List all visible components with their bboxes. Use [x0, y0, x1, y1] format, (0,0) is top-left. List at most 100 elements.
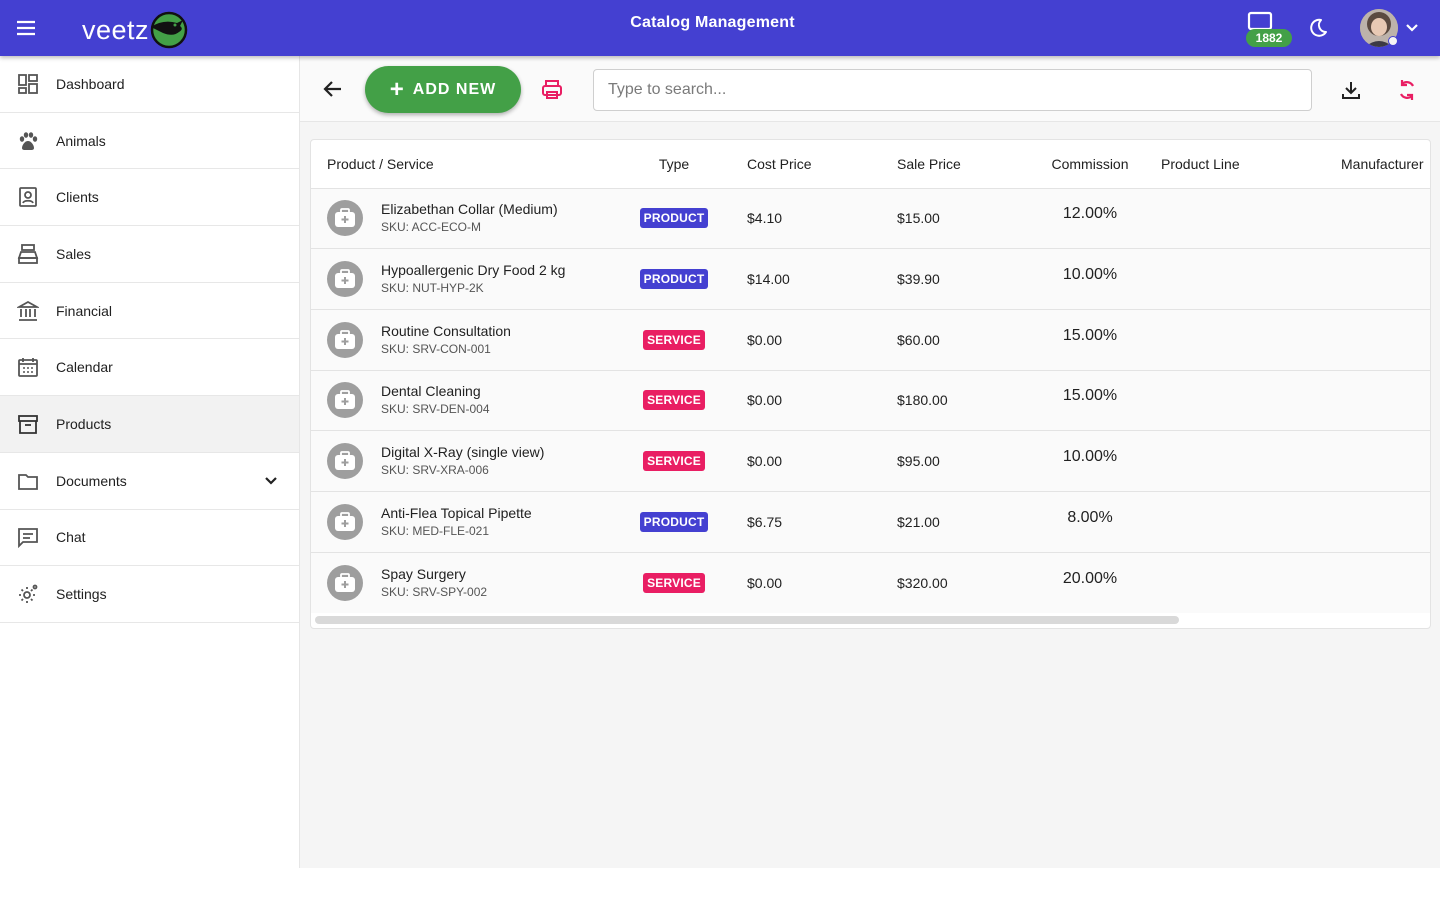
commission-cell: 10.00% [1031, 430, 1149, 492]
type-badge: SERVICE [643, 572, 705, 593]
sale-price-cell: $39.90 [881, 248, 1031, 310]
sidebar-item-label: Clients [56, 189, 99, 206]
chevron-down-icon[interactable] [262, 472, 280, 490]
type-badge: PRODUCT [639, 511, 709, 532]
manufacturer-cell [1329, 309, 1430, 371]
cash-register-icon [17, 243, 39, 265]
column-header-manufacturer[interactable]: Manufacturer [1329, 140, 1430, 189]
print-button[interactable] [540, 78, 564, 102]
cost-price-cell: $0.00 [731, 430, 881, 492]
product-cell: Dental Cleaning SKU: SRV-DEN-004 [311, 370, 617, 432]
sidebar-item-sales[interactable]: Sales [0, 226, 299, 283]
type-badge: SERVICE [643, 329, 705, 350]
table-row[interactable]: Dental Cleaning SKU: SRV-DEN-004 SERVICE… [311, 370, 1430, 432]
sync-button[interactable] [1395, 78, 1419, 102]
column-header-product-line[interactable]: Product Line [1149, 140, 1329, 189]
commission-value: 8.00% [1067, 508, 1113, 526]
type-cell: SERVICE [617, 309, 731, 371]
sidebar-item-label: Dashboard [56, 75, 125, 92]
sidebar-item-products[interactable]: Products [0, 396, 299, 453]
type-badge: PRODUCT [639, 269, 709, 290]
manufacturer-cell [1329, 188, 1430, 250]
chat-icon [17, 526, 39, 549]
type-badge: SERVICE [643, 390, 705, 411]
product-line-cell [1149, 248, 1329, 310]
column-header-cost-price[interactable]: Cost Price [731, 140, 881, 189]
cost-price-cell: $0.00 [731, 309, 881, 371]
sidebar-item-animals[interactable]: Animals [0, 113, 299, 170]
search-input[interactable] [593, 69, 1312, 111]
commission-cell: 12.00% [1031, 188, 1149, 250]
type-cell: PRODUCT [617, 188, 731, 250]
product-line-cell [1149, 309, 1329, 371]
manufacturer-cell [1329, 491, 1430, 553]
column-header-type[interactable]: Type [617, 140, 731, 189]
product-cell: Spay Surgery SKU: SRV-SPY-002 [311, 552, 617, 613]
table-row[interactable]: Digital X-Ray (single view) SKU: SRV-XRA… [311, 430, 1430, 492]
back-button[interactable] [322, 78, 344, 100]
product-cell: Anti-Flea Topical Pipette SKU: MED-FLE-0… [311, 491, 617, 553]
archive-box-icon [17, 413, 39, 435]
chevron-down-icon[interactable] [1404, 20, 1420, 36]
app-header: veetz Catalog Management 1882 [0, 0, 1440, 56]
column-header-product[interactable]: Product / Service [311, 140, 617, 189]
product-sku: SKU: SRV-CON-001 [381, 341, 491, 356]
arrow-left-icon [323, 81, 341, 97]
cost-price-cell: $0.00 [747, 574, 783, 591]
sidebar-item-chat[interactable]: Chat [0, 510, 299, 567]
type-badge: SERVICE [643, 451, 705, 472]
cost-price-cell: $6.75 [731, 491, 881, 553]
manufacturer-cell [1329, 552, 1430, 613]
product-cell: Hypoallergenic Dry Food 2 kg SKU: NUT-HY… [311, 248, 617, 310]
sidebar-item-label: Sales [56, 245, 92, 262]
product-sku: SKU: SRV-DEN-004 [381, 402, 490, 417]
sidebar-item-settings[interactable]: Settings [0, 566, 299, 623]
commission-value: 12.00% [1062, 205, 1118, 223]
product-cell: Routine Consultation SKU: SRV-CON-001 [311, 309, 617, 371]
product-line-cell [1149, 370, 1329, 432]
table-row[interactable]: Anti-Flea Topical Pipette SKU: MED-FLE-0… [311, 491, 1430, 553]
moon-icon [1310, 18, 1327, 37]
commission-cell: 15.00% [1031, 370, 1149, 432]
download-button[interactable] [1339, 78, 1363, 102]
table-row[interactable]: Routine Consultation SKU: SRV-CON-001 SE… [311, 309, 1430, 371]
online-status-dot [1388, 36, 1398, 46]
product-sku: SKU: SRV-SPY-002 [381, 584, 488, 599]
add-new-button[interactable]: + ADD NEW [365, 66, 521, 113]
printer-icon [542, 80, 562, 99]
column-header-commission[interactable]: Commission [1031, 140, 1149, 189]
table-row[interactable]: Elizabethan Collar (Medium) SKU: ACC-ECO… [311, 188, 1430, 250]
dark-mode-toggle[interactable] [1306, 16, 1330, 40]
table-header-row: Product / Service Type Cost Price Sale P… [311, 140, 1430, 189]
medical-case-icon [327, 261, 363, 298]
type-cell: SERVICE [617, 552, 731, 613]
product-sku: SKU: MED-FLE-021 [381, 523, 490, 538]
sidebar-item-label: Settings [56, 586, 107, 603]
sidebar-item-documents[interactable]: Documents [0, 453, 299, 510]
type-cell: PRODUCT [617, 248, 731, 310]
product-cell: Digital X-Ray (single view) SKU: SRV-XRA… [311, 430, 617, 492]
column-header-sale-price[interactable]: Sale Price [881, 140, 1031, 189]
medical-case-icon [327, 503, 363, 540]
paw-icon [17, 130, 39, 152]
calendar-icon [17, 356, 39, 378]
product-sku: SKU: SRV-XRA-006 [381, 463, 489, 478]
sidebar-item-calendar[interactable]: Calendar [0, 339, 299, 397]
sidebar: Dashboard Animals Clients Sales Financia… [0, 56, 300, 868]
product-line-cell [1149, 430, 1329, 492]
manufacturer-cell [1329, 430, 1430, 492]
sidebar-item-label: Financial [56, 302, 113, 319]
table-row[interactable]: Hypoallergenic Dry Food 2 kg SKU: NUT-HY… [311, 248, 1430, 310]
sidebar-item-financial[interactable]: Financial [0, 283, 299, 340]
horizontal-scrollbar[interactable] [315, 616, 1179, 624]
main-content: + ADD NEW Product / Service Type Cost Pr… [300, 56, 1440, 868]
cost-price-cell: $0.00 [731, 370, 881, 432]
table-row[interactable]: Spay Surgery SKU: SRV-SPY-002 SERVICE $0… [311, 552, 1430, 613]
sidebar-item-clients[interactable]: Clients [0, 169, 299, 227]
type-cell: PRODUCT [617, 491, 731, 553]
sidebar-item-dashboard[interactable]: Dashboard [0, 56, 299, 113]
sale-price-cell: $15.00 [881, 188, 1031, 250]
folder-icon [17, 470, 39, 492]
contact-card-icon [17, 186, 39, 208]
plus-icon: + [389, 75, 405, 103]
